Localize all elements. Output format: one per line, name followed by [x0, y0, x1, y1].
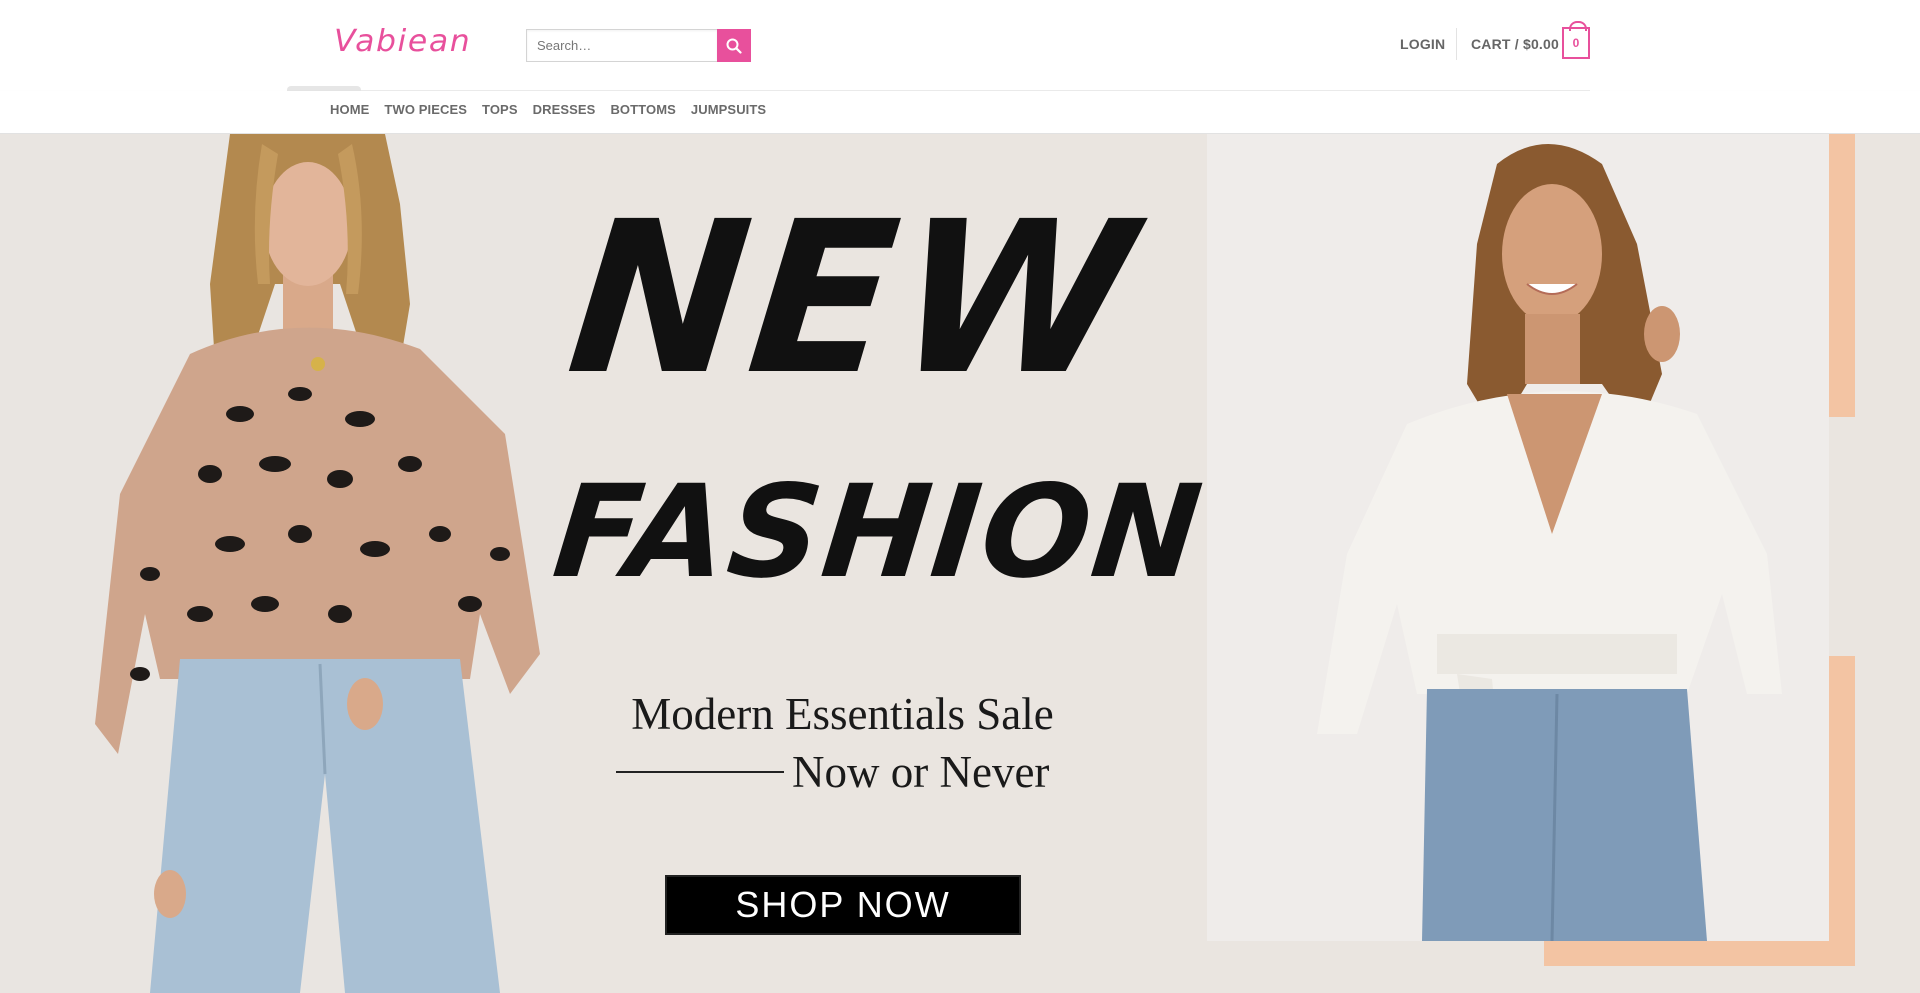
- hero-headline-new: NEW: [559, 176, 1148, 421]
- cart-count-badge: 0: [1572, 36, 1580, 50]
- nav-item-jumpsuits[interactable]: JUMPSUITS: [691, 102, 766, 117]
- hero-headline-fashion: FASHION: [547, 458, 1210, 607]
- hero-left-model-image: [0, 134, 560, 993]
- search-form: [526, 29, 751, 62]
- frame-accent-top: [1829, 134, 1855, 417]
- cart-bag-icon[interactable]: 0: [1562, 21, 1590, 59]
- nav-item-home[interactable]: HOME: [330, 102, 369, 117]
- nav-item-tops[interactable]: TOPS: [482, 102, 518, 117]
- nav-item-bottoms[interactable]: BOTTOMS: [610, 102, 675, 117]
- hero-tagline-now-or-never: Now or Never: [792, 747, 1050, 797]
- tagline-rule: [616, 771, 784, 773]
- site-logo[interactable]: Vabiean: [334, 24, 471, 64]
- hero-right-model-image: [1207, 134, 1829, 941]
- cart-link[interactable]: CART / $0.00: [1471, 36, 1559, 52]
- frame-accent-bar: [1544, 941, 1855, 966]
- main-nav: HOME TWO PIECES TOPS DRESSES BOTTOMS JUM…: [0, 91, 1920, 134]
- hero-tagline-row: Now or Never: [616, 746, 1049, 798]
- nav-menu: HOME TWO PIECES TOPS DRESSES BOTTOMS JUM…: [330, 102, 766, 117]
- hero-tagline-sale: Modern Essentials Sale: [631, 689, 1054, 739]
- nav-item-two-pieces[interactable]: TWO PIECES: [384, 102, 467, 117]
- search-input[interactable]: [526, 29, 717, 62]
- search-icon: [726, 38, 742, 54]
- nav-item-dresses[interactable]: DRESSES: [533, 102, 596, 117]
- hero-banner[interactable]: NEW FASHION Modern Essentials Sale Now o…: [0, 134, 1920, 993]
- search-button[interactable]: [717, 29, 751, 62]
- site-header: Vabiean LOGIN CART / $0.00 0: [0, 0, 1920, 90]
- shop-now-button[interactable]: SHOP NOW: [665, 875, 1021, 935]
- header-divider: [1456, 28, 1457, 60]
- frame-accent-bottom: [1829, 656, 1855, 966]
- login-link[interactable]: LOGIN: [1400, 36, 1445, 52]
